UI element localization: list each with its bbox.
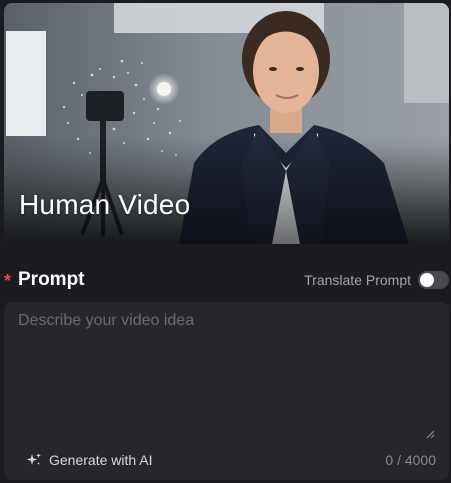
hero-title: Human Video	[19, 189, 191, 220]
generate-with-ai-label: Generate with AI	[49, 452, 153, 468]
required-indicator: *	[4, 271, 12, 291]
prompt-header: * Prompt Translate Prompt	[4, 268, 449, 294]
translate-prompt-toggle[interactable]	[418, 271, 449, 289]
sparkle-icon	[26, 453, 41, 465]
prompt-textarea[interactable]	[4, 302, 449, 442]
prompt-input-container: Generate with AI 0 / 4000	[4, 302, 449, 480]
prompt-label: Prompt	[18, 269, 85, 290]
toggle-knob	[420, 273, 434, 287]
generate-with-ai-button[interactable]: Generate with AI	[26, 451, 153, 469]
hero-banner[interactable]: Human Video	[4, 3, 449, 244]
character-count: 0 / 4000	[385, 452, 436, 468]
resize-handle-icon[interactable]	[426, 430, 435, 439]
translate-prompt-label: Translate Prompt	[304, 272, 411, 288]
